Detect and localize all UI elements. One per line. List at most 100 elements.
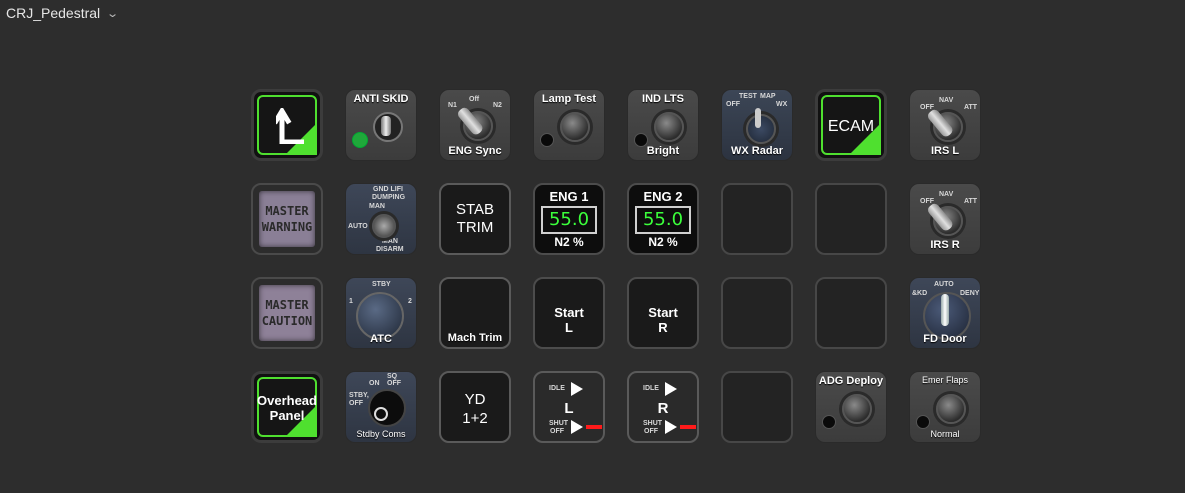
off-label: OFF bbox=[550, 428, 564, 435]
profile-selector[interactable]: CRJ_Pedestral ⌄ bbox=[6, 5, 120, 21]
ecam-button[interactable]: ECAM bbox=[815, 89, 887, 161]
overhead-panel-button[interactable]: Overhead Panel bbox=[251, 371, 323, 443]
knob-pointer bbox=[941, 294, 949, 326]
nav-pos-label: NAV bbox=[939, 191, 954, 198]
overhead-line1: Overhead bbox=[257, 393, 317, 408]
anti-skid-led bbox=[352, 132, 368, 148]
lkd-pos-label: &KD bbox=[912, 290, 928, 297]
indicator-hole bbox=[822, 415, 836, 429]
wx-radar-label: WX Radar bbox=[731, 145, 783, 157]
stab-trim-button[interactable]: STAB TRIM bbox=[439, 183, 511, 255]
eng-sync-label: ENG Sync bbox=[448, 145, 502, 157]
eng1-n2-display[interactable]: ENG 1 55.0 N2 % bbox=[533, 183, 605, 255]
eng1-n2-value: 55.0 bbox=[541, 206, 597, 234]
pos1-label: 1 bbox=[349, 298, 353, 305]
thrust-lever-r[interactable]: IDLE R SHUT OFF bbox=[627, 371, 699, 443]
ind-lts-switch[interactable]: IND LTS Bright bbox=[627, 89, 699, 161]
idle-label: IDLE bbox=[549, 385, 565, 392]
lamp-test-label: Lamp Test bbox=[541, 93, 597, 105]
irs-r-label: IRS R bbox=[930, 239, 960, 251]
shutoff-arrow-icon bbox=[665, 420, 677, 434]
adg-deploy-button[interactable]: ADG Deploy bbox=[815, 371, 887, 443]
empty-key[interactable] bbox=[721, 371, 793, 443]
atc-label: ATC bbox=[370, 333, 392, 345]
overhead-line2: Panel bbox=[269, 408, 305, 423]
eng2-n2-value: 55.0 bbox=[635, 206, 691, 234]
irs-r-knob[interactable]: OFF NAV ATT IRS R bbox=[909, 183, 981, 255]
dump-mode-knob[interactable]: GND LIFI DUMPING MAN AUTO MAN DISARM bbox=[345, 183, 417, 255]
back-button[interactable] bbox=[251, 89, 323, 161]
empty-key[interactable] bbox=[815, 183, 887, 255]
eng2-n2-display[interactable]: ENG 2 55.0 N2 % bbox=[627, 183, 699, 255]
idle-label: IDLE bbox=[643, 385, 659, 392]
off-pos-label: OFF bbox=[387, 380, 401, 387]
indicator-hole bbox=[540, 133, 554, 147]
knob-pointer bbox=[755, 108, 761, 128]
n2-pos-label: N2 bbox=[493, 102, 502, 109]
fd-door-knob[interactable]: &KD AUTO DENY FD Door bbox=[909, 277, 981, 349]
push-knob bbox=[842, 394, 872, 424]
chevron-down-icon: ⌄ bbox=[106, 7, 120, 20]
knob-indicator bbox=[374, 407, 388, 421]
ind-lts-label: IND LTS bbox=[642, 93, 684, 105]
back-arrow-icon bbox=[276, 108, 304, 144]
push-knob bbox=[936, 394, 966, 424]
lamp-test-button[interactable]: Lamp Test bbox=[533, 89, 605, 161]
empty-key[interactable] bbox=[815, 277, 887, 349]
indicator-hole bbox=[916, 415, 930, 429]
att-pos-label: ATT bbox=[964, 198, 978, 205]
emer-flaps-label: Emer Flaps bbox=[921, 375, 968, 385]
auto-pos-label: AUTO bbox=[934, 281, 954, 288]
eng2-unit: N2 % bbox=[648, 235, 678, 249]
shutoff-indicator bbox=[680, 425, 696, 429]
eng1-unit: N2 % bbox=[554, 235, 584, 249]
irs-l-knob[interactable]: OFF NAV ATT IRS L bbox=[909, 89, 981, 161]
eng2-title: ENG 2 bbox=[643, 189, 683, 204]
yd-button[interactable]: YD 1+2 bbox=[439, 371, 511, 443]
stby-pos-label: STBY bbox=[372, 281, 391, 288]
anti-skid-switch[interactable]: ANTI SKID bbox=[345, 89, 417, 161]
start-r-line1: Start bbox=[648, 305, 678, 320]
disarm-label: DISARM bbox=[376, 246, 404, 253]
off-pos-label: Off bbox=[469, 96, 480, 103]
profile-name: CRJ_Pedestral bbox=[6, 5, 101, 21]
empty-key[interactable] bbox=[721, 183, 793, 255]
master-caution-line1: MASTER bbox=[265, 298, 309, 312]
start-l-button[interactable]: Start L bbox=[533, 277, 605, 349]
eng-sync-knob[interactable]: N1 Off N2 ENG Sync bbox=[439, 89, 511, 161]
off-pos-label: OFF bbox=[726, 101, 740, 108]
bright-label: Bright bbox=[646, 145, 680, 157]
man2-label: MAN bbox=[382, 238, 398, 245]
start-l-line1: Start bbox=[554, 305, 584, 320]
master-warning-line2: WARNING bbox=[261, 220, 313, 234]
rotary-knob bbox=[372, 214, 396, 238]
shutoff-indicator bbox=[586, 425, 602, 429]
empty-key[interactable] bbox=[721, 277, 793, 349]
idle-arrow-icon bbox=[665, 382, 677, 396]
toggle-lever bbox=[381, 116, 391, 136]
man-label: MAN bbox=[369, 203, 385, 210]
emer-flaps-switch[interactable]: Emer Flaps Normal bbox=[909, 371, 981, 443]
mach-trim-button[interactable]: Mach Trim bbox=[439, 277, 511, 349]
start-r-button[interactable]: Start R bbox=[627, 277, 699, 349]
master-caution-button[interactable]: MASTER CAUTION bbox=[251, 277, 323, 349]
stdby-coms-knob[interactable]: SQ ON OFF STBY, OFF Stdby Coms bbox=[345, 371, 417, 443]
shut-label: SHUT bbox=[549, 420, 569, 427]
auto-label: AUTO bbox=[348, 223, 368, 230]
side-label: L bbox=[564, 400, 574, 417]
atc-knob[interactable]: STBY 1 2 ATC bbox=[345, 277, 417, 349]
fd-door-label: FD Door bbox=[923, 333, 967, 345]
yd-line1: YD bbox=[464, 391, 486, 408]
master-warning-line1: MASTER bbox=[265, 204, 309, 218]
normal-label: Normal bbox=[930, 429, 960, 439]
stab-trim-line2: TRIM bbox=[456, 219, 494, 236]
sq-pos-label: SQ bbox=[387, 373, 398, 380]
push-knob bbox=[560, 112, 590, 142]
wx-radar-knob[interactable]: TEST MAP OFF WX WX Radar bbox=[721, 89, 793, 161]
off-label: OFF bbox=[644, 428, 658, 435]
thrust-lever-l[interactable]: IDLE L SHUT OFF bbox=[533, 371, 605, 443]
stby-pos-label: STBY, bbox=[349, 392, 369, 399]
att-pos-label: ATT bbox=[964, 104, 978, 111]
master-warning-button[interactable]: MASTER WARNING bbox=[251, 183, 323, 255]
dumping-label: DUMPING bbox=[372, 194, 406, 201]
